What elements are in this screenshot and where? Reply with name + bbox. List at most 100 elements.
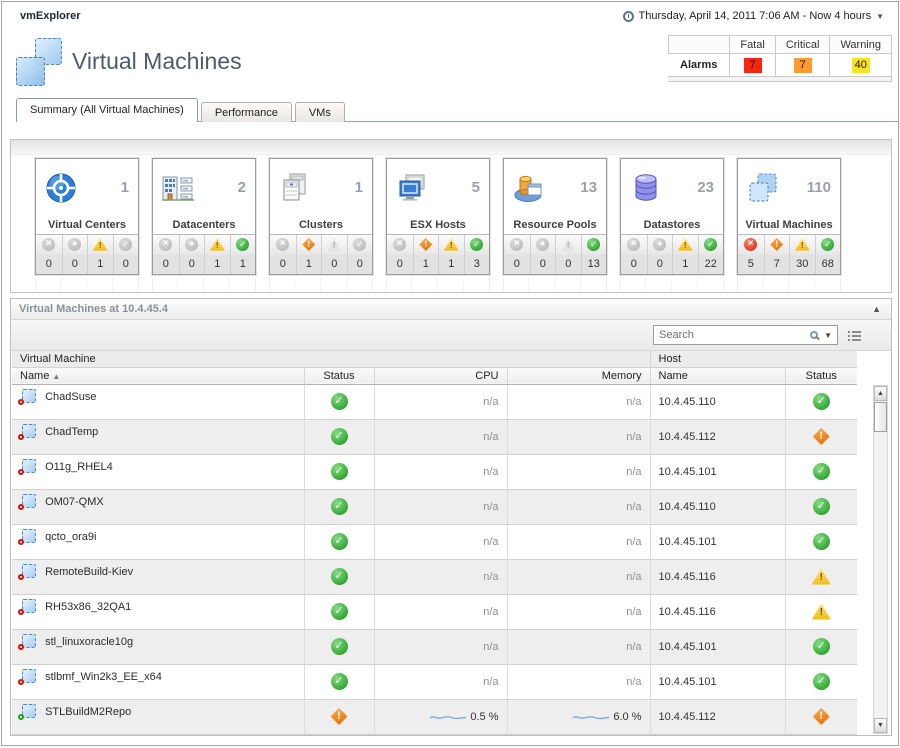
- vm-name-cell[interactable]: STLBuildM2Repo: [12, 699, 304, 734]
- vm-name-cell[interactable]: O11g_RHEL4: [12, 454, 304, 489]
- vm-name[interactable]: RemoteBuild-Kiev: [45, 565, 133, 577]
- tile-datacenters[interactable]: 2 Datacenters 0 0 1 1: [152, 158, 256, 275]
- scrollbar-thumb[interactable]: [874, 402, 887, 432]
- cpu-cell: n/a: [374, 664, 507, 699]
- table-row[interactable]: O11g_RHEL4 n/a n/a 10.4.45.101: [12, 454, 857, 489]
- vm-name-cell[interactable]: ChadTemp: [12, 419, 304, 454]
- vm-name[interactable]: RH53x86_32QA1: [45, 600, 131, 612]
- tab-summary-all-virtual-machines[interactable]: Summary (All Virtual Machines): [16, 98, 198, 122]
- host-name-cell[interactable]: 10.4.45.110: [650, 384, 785, 419]
- host-name-cell[interactable]: 10.4.45.101: [650, 629, 785, 664]
- host-name-cell[interactable]: 10.4.45.112: [650, 699, 785, 734]
- status-normal-icon: [331, 533, 348, 550]
- tile-esx-hosts[interactable]: 5 ESX Hosts 0 1 1 3: [386, 158, 490, 275]
- table-row[interactable]: ChadSuse n/a n/a 10.4.45.110: [12, 384, 857, 419]
- status-normal-icon: [821, 238, 834, 251]
- tile-status-count: 0: [153, 255, 179, 274]
- table-row[interactable]: stlbmf_Win2k3_EE_x64 n/a n/a 10.4.45.101: [12, 664, 857, 699]
- vm-name-cell[interactable]: RH53x86_32QA1: [12, 594, 304, 629]
- search-icon[interactable]: [810, 331, 818, 339]
- column-header-status[interactable]: Status: [304, 367, 374, 384]
- host-name-cell[interactable]: 10.4.45.116: [650, 594, 785, 629]
- table-row[interactable]: RH53x86_32QA1 n/a n/a 10.4.45.116: [12, 594, 857, 629]
- host-name-cell[interactable]: 10.4.45.110: [650, 489, 785, 524]
- scroll-up-button[interactable]: ▲: [874, 386, 887, 401]
- column-header-name[interactable]: Name▲: [12, 367, 304, 384]
- table-row[interactable]: ChadTemp n/a n/a 10.4.45.112: [12, 419, 857, 454]
- column-header-host-name[interactable]: Name: [650, 367, 785, 384]
- collapse-panel-icon[interactable]: ▲: [872, 299, 881, 320]
- tile-status-critical: 0: [647, 235, 673, 274]
- datacenters-icon: [160, 170, 196, 206]
- memory-cell: n/a: [507, 489, 650, 524]
- vm-name-cell[interactable]: stlbmf_Win2k3_EE_x64: [12, 664, 304, 699]
- table-row[interactable]: stl_linuxoracle10g n/a n/a 10.4.45.101: [12, 629, 857, 664]
- vm-name[interactable]: ChadSuse: [45, 390, 96, 402]
- host-name-cell[interactable]: 10.4.45.101: [650, 664, 785, 699]
- vm-name[interactable]: O11g_RHEL4: [45, 460, 113, 472]
- clusters-icon: [277, 170, 313, 206]
- fatal-alarm-count[interactable]: 7: [744, 58, 762, 73]
- critical-alarm-count[interactable]: 7: [794, 58, 812, 73]
- cpu-cell[interactable]: 0.5 %: [374, 699, 507, 734]
- virtual-centers-icon: [43, 170, 79, 206]
- memory-cell[interactable]: 6.0 %: [507, 699, 650, 734]
- tile-clusters[interactable]: 1 Clusters 0 1 0 0: [269, 158, 373, 275]
- vm-name-cell[interactable]: qcto_ora9i: [12, 524, 304, 559]
- vm-name-cell[interactable]: stl_linuxoracle10g: [12, 629, 304, 664]
- vertical-scrollbar[interactable]: ▲ ▼: [873, 385, 888, 734]
- table-row[interactable]: OM07-QMX n/a n/a 10.4.45.110: [12, 489, 857, 524]
- vm-name[interactable]: ChadTemp: [45, 425, 98, 437]
- tile-count: 5: [472, 179, 480, 196]
- column-header-host-status[interactable]: Status: [785, 367, 857, 384]
- search-input[interactable]: [659, 329, 810, 341]
- status-normal-icon: [470, 238, 483, 251]
- alarms-footer-strip: [668, 77, 891, 82]
- vm-icon-power-off: [18, 494, 36, 510]
- host-name-cell[interactable]: 10.4.45.116: [650, 559, 785, 594]
- time-range-selector[interactable]: Thursday, April 14, 2011 7:06 AM - Now 4…: [623, 10, 884, 22]
- vm-list-panel: Virtual Machines at 10.4.45.4 ▲ ▼ Virtua…: [10, 298, 892, 736]
- vm-name-cell[interactable]: ChadSuse: [12, 384, 304, 419]
- tab-performance[interactable]: Performance: [201, 102, 292, 122]
- table-row[interactable]: STLBuildM2Repo 0.5 % 6.0 % 10.4.45.112: [12, 699, 857, 734]
- vm-name[interactable]: stlbmf_Win2k3_EE_x64: [45, 670, 162, 682]
- table-customizer-icon[interactable]: [848, 330, 861, 341]
- vm-status-cell: [304, 594, 374, 629]
- status-normal-icon: [813, 673, 830, 690]
- host-name-cell[interactable]: 10.4.45.112: [650, 419, 785, 454]
- tile-status-normal: 3: [464, 235, 490, 274]
- vm-name[interactable]: qcto_ora9i: [45, 530, 96, 542]
- tile-status-count: 0: [621, 255, 647, 274]
- tile-status-warning: 1: [87, 235, 113, 274]
- vm-name-cell[interactable]: OM07-QMX: [12, 489, 304, 524]
- vm-name[interactable]: OM07-QMX: [45, 495, 104, 507]
- vm-name-cell[interactable]: RemoteBuild-Kiev: [12, 559, 304, 594]
- host-name-cell[interactable]: 10.4.45.101: [650, 524, 785, 559]
- table-row[interactable]: RemoteBuild-Kiev n/a n/a 10.4.45.116: [12, 559, 857, 594]
- column-header-memory[interactable]: Memory: [507, 367, 650, 384]
- vm-icon-power-off: [18, 599, 36, 615]
- tile-datastores[interactable]: 23 Datastores 0 0 1 22: [620, 158, 724, 275]
- search-options-chevron-icon[interactable]: ▼: [824, 331, 832, 340]
- scroll-down-button[interactable]: ▼: [874, 718, 887, 733]
- vm-name[interactable]: STLBuildM2Repo: [45, 705, 131, 717]
- tile-reflections: [35, 278, 891, 291]
- tile-resource-pools[interactable]: 13 Resource Pools 0 0 0 13: [503, 158, 607, 275]
- tile-status-normal: 13: [581, 235, 607, 274]
- status-normal-icon: [813, 638, 830, 655]
- tile-status-warning: 0: [321, 235, 347, 274]
- table-row[interactable]: qcto_ora9i n/a n/a 10.4.45.101: [12, 524, 857, 559]
- chevron-down-icon[interactable]: ▼: [876, 12, 884, 21]
- column-header-cpu[interactable]: CPU: [374, 367, 507, 384]
- tile-virtual-machines[interactable]: 110 Virtual Machines 5 7 30 68: [737, 158, 841, 275]
- vm-name[interactable]: stl_linuxoracle10g: [45, 635, 133, 647]
- vm-status-cell: [304, 664, 374, 699]
- tile-status-normal: 68: [815, 235, 841, 274]
- tile-virtual-centers[interactable]: 1 Virtual Centers 0 0 1 0: [35, 158, 139, 275]
- cpu-cell: n/a: [374, 629, 507, 664]
- host-name-cell[interactable]: 10.4.45.101: [650, 454, 785, 489]
- tab-vms[interactable]: VMs: [295, 102, 345, 122]
- tile-label: Virtual Machines: [738, 219, 840, 235]
- warning-alarm-count[interactable]: 40: [852, 58, 870, 73]
